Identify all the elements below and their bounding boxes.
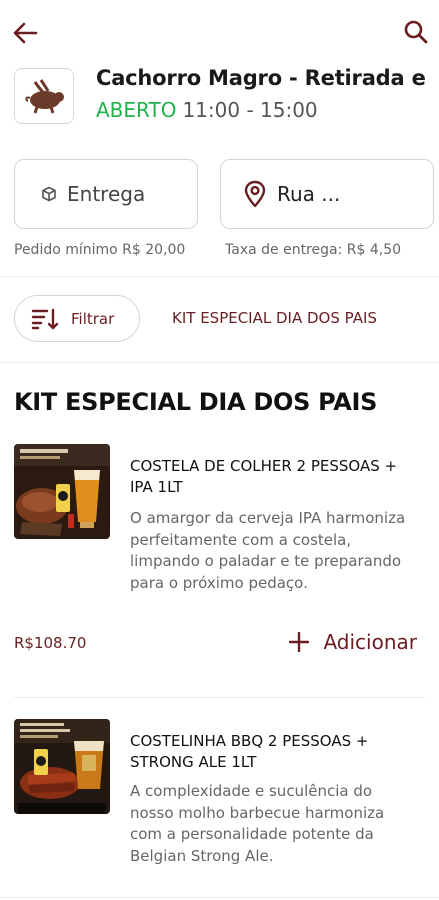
status-badge: ABERTO [96,98,177,122]
product-card[interactable]: COSTELINHA BBQ 2 PESSOAS + STRONG ALE 1L… [0,719,439,900]
product-card[interactable]: COSTELA DE COLHER 2 PESSOAS + IPA 1LT O … [0,444,439,674]
store-logo [14,68,74,124]
tab-kit-especial[interactable]: KIT ESPECIAL DIA DOS PAIS [172,309,377,327]
store-name: Cachorro Magro - Retirada e [96,66,426,90]
arrow-left-icon [13,22,38,44]
product-name: COSTELA DE COLHER 2 PESSOAS + IPA 1LT [130,457,398,496]
search-icon [404,20,428,44]
divider [14,697,425,698]
top-bar [0,0,439,64]
address-button[interactable]: Rua ... [220,159,434,229]
bottom-divider [0,897,439,898]
divider [0,276,439,277]
section-title: KIT ESPECIAL DIA DOS PAIS [14,388,378,416]
minimum-order: Pedido mínimo R$ 20,00 [14,242,186,258]
back-button[interactable] [10,18,40,48]
delivery-mode-button[interactable]: Entrega [14,159,198,229]
store-header: Cachorro Magro - Retirada e ABERTO 11:00 … [14,66,439,126]
product-description: A complexidade e suculência do nosso mol… [130,782,385,865]
delivery-mode-label: Entrega [67,182,146,206]
product-image[interactable] [14,719,110,814]
delivery-fee: Taxa de entrega: R$ 4,50 [225,242,402,258]
store-status: ABERTO 11:00 - 15:00 [96,98,318,122]
search-button[interactable] [401,17,431,47]
product-price: R$108.70 [14,634,87,652]
product-image[interactable] [14,444,110,539]
add-label: Adicionar [323,630,417,654]
flying-pig-logo [25,79,64,114]
divider [0,362,439,363]
address-label: Rua ... [277,182,341,206]
location-pin-icon [244,180,266,208]
opening-hours: 11:00 - 15:00 [182,98,318,122]
filter-button[interactable]: Filtrar [14,295,140,342]
product-name: COSTELINHA BBQ 2 PESSOAS + STRONG ALE 1L… [130,732,369,771]
product-description: O amargor da cerveja IPA harmoniza perfe… [130,509,406,592]
box-icon [42,186,56,202]
plus-icon [289,632,310,652]
add-button[interactable]: Adicionar [289,630,417,654]
filter-label: Filtrar [71,309,115,328]
sort-filter-icon [31,308,59,329]
